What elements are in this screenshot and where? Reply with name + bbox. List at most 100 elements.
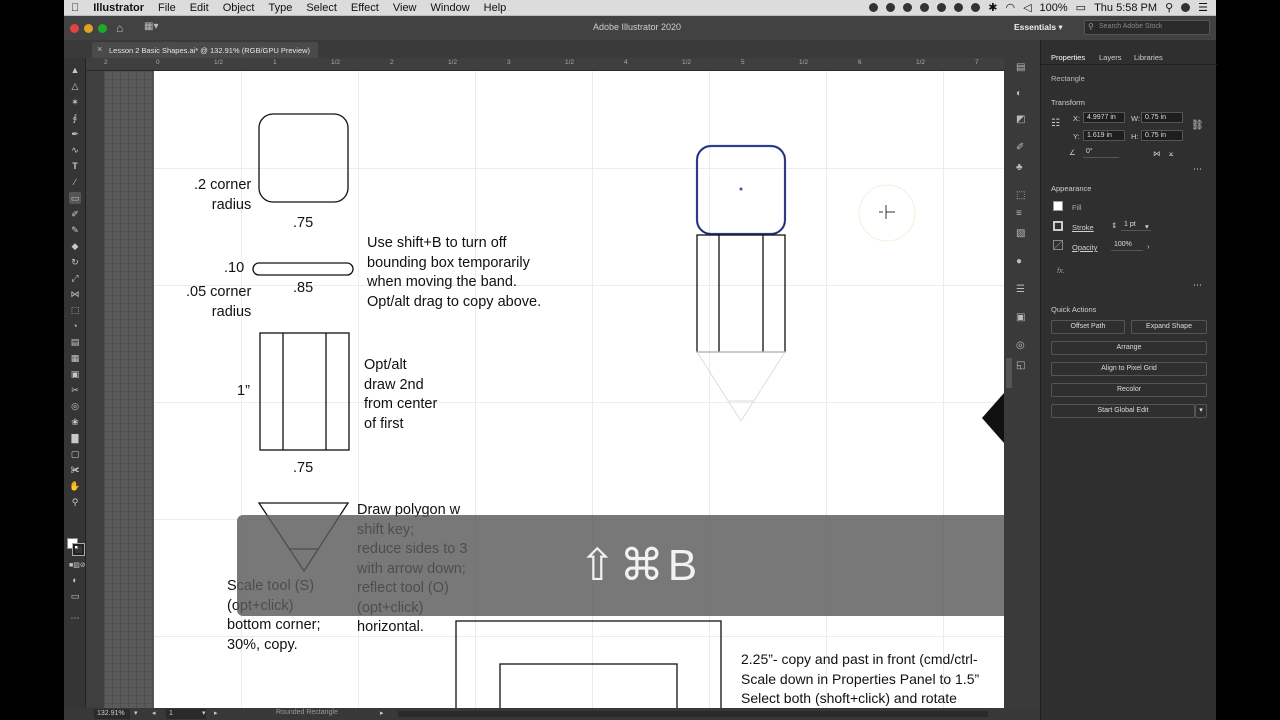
horizontal-scrollbar[interactable] bbox=[398, 711, 988, 717]
transform-panel-icon[interactable]: ⬚ bbox=[1016, 190, 1025, 201]
pasteboard[interactable] bbox=[104, 71, 154, 708]
gradient-tool-icon[interactable]: ▣ bbox=[69, 368, 81, 380]
pencil-body-rectangle[interactable] bbox=[696, 234, 786, 353]
home-icon[interactable]: ⌂ bbox=[116, 21, 123, 35]
stroke-color-swatch[interactable] bbox=[1053, 221, 1063, 231]
inner-square-example[interactable] bbox=[499, 663, 678, 708]
menu-select[interactable]: Select bbox=[299, 2, 344, 14]
clock[interactable]: Thu 5:58 PM bbox=[1094, 2, 1157, 14]
draw-mode-icon[interactable]: ◐ bbox=[69, 574, 81, 586]
status-icon-4[interactable] bbox=[920, 3, 930, 12]
close-window-button[interactable] bbox=[70, 24, 79, 33]
expand-shape-button[interactable]: Expand Shape bbox=[1131, 320, 1207, 334]
mesh-tool-icon[interactable]: ▦ bbox=[69, 352, 81, 364]
apple-icon[interactable]:  bbox=[64, 2, 86, 14]
lasso-tool-icon[interactable]: ∮ bbox=[69, 112, 81, 124]
gradient-panel-icon[interactable]: ▣ bbox=[1016, 312, 1025, 323]
screen-mode-icon[interactable]: ▭ bbox=[69, 590, 81, 602]
opacity-field[interactable]: 100% bbox=[1111, 240, 1143, 251]
tab-properties[interactable]: Properties bbox=[1051, 53, 1085, 62]
free-transform-tool-icon[interactable]: ⬚ bbox=[69, 304, 81, 316]
layers-panel-icon[interactable]: ◱ bbox=[1016, 360, 1025, 371]
column-graph-tool-icon[interactable]: ▇ bbox=[69, 432, 81, 444]
w-field[interactable]: 0.75 in bbox=[1141, 112, 1183, 123]
status-menu-icon[interactable]: ▸ bbox=[380, 709, 384, 717]
opacity-label[interactable]: Opacity bbox=[1072, 243, 1097, 252]
brushes-panel-icon[interactable]: ✐ bbox=[1016, 142, 1024, 153]
notification-center-icon[interactable]: ☰ bbox=[1198, 1, 1208, 14]
line-tool-icon[interactable]: ∕ bbox=[69, 176, 81, 188]
artboard-number-field[interactable]: 1 bbox=[166, 709, 206, 719]
direct-selection-tool-icon[interactable]: △ bbox=[69, 80, 81, 92]
opacity-slider-arrow-icon[interactable]: › bbox=[1147, 242, 1150, 251]
curvature-tool-icon[interactable]: ∿ bbox=[69, 144, 81, 156]
menu-app-name[interactable]: Illustrator bbox=[86, 2, 151, 14]
perspective-grid-tool-icon[interactable]: ▤ bbox=[69, 336, 81, 348]
stroke-weight-stepper-icon[interactable]: ⇕ bbox=[1111, 221, 1117, 230]
menu-object[interactable]: Object bbox=[216, 2, 262, 14]
scale-tool-icon[interactable]: ⤢ bbox=[69, 272, 81, 284]
transparency-panel-icon[interactable]: ◎ bbox=[1016, 340, 1025, 351]
artboard-dropdown-icon[interactable]: ▾ bbox=[202, 709, 206, 717]
horizontal-ruler[interactable]: 2 0 1/2 1 1/2 2 1/2 3 1/2 4 1/2 5 1/2 6 … bbox=[86, 58, 1004, 71]
panel-collapse-arrow[interactable] bbox=[982, 393, 1004, 443]
menu-file[interactable]: File bbox=[151, 2, 183, 14]
x-field[interactable]: 4.9977 in bbox=[1083, 112, 1125, 123]
transform-more-options-icon[interactable]: ⋯ bbox=[1193, 164, 1202, 175]
workspace-switcher[interactable]: Essentials ▾ bbox=[1014, 22, 1063, 33]
artboard-prev-icon[interactable]: ◂ bbox=[152, 709, 156, 717]
band-example[interactable] bbox=[252, 262, 354, 276]
align-to-pixel-grid-button[interactable]: Align to Pixel Grid bbox=[1051, 362, 1207, 376]
pen-tool-icon[interactable]: ✒ bbox=[69, 128, 81, 140]
artboard-next-icon[interactable]: ▸ bbox=[214, 709, 218, 717]
magic-wand-tool-icon[interactable]: ✶ bbox=[69, 96, 81, 108]
slice-tool-icon[interactable]: ✀ bbox=[69, 464, 81, 476]
spotlight-icon[interactable]: ⚲ bbox=[1165, 1, 1173, 14]
shape-builder-tool-icon[interactable]: ◔ bbox=[69, 320, 81, 332]
edit-toolbar-icon[interactable]: ⋯ bbox=[69, 612, 81, 624]
tab-layers[interactable]: Layers bbox=[1099, 53, 1122, 62]
bluetooth-icon[interactable]: ✱ bbox=[988, 1, 997, 14]
zoom-level-field[interactable]: 132.91% bbox=[94, 709, 130, 719]
color-mode-icon[interactable]: ■▨⊘ bbox=[69, 560, 86, 572]
zoom-dropdown-icon[interactable]: ▾ bbox=[134, 709, 138, 717]
arrange-button[interactable]: Arrange bbox=[1051, 341, 1207, 355]
shaper-tool-icon[interactable]: ✎ bbox=[69, 224, 81, 236]
reference-point-icon[interactable]: ☷ bbox=[1051, 118, 1060, 129]
rectangle-tool-icon[interactable]: ▭ bbox=[69, 192, 81, 204]
tab-libraries[interactable]: Libraries bbox=[1134, 53, 1163, 62]
vertical-ruler[interactable] bbox=[86, 71, 104, 708]
fill-color-swatch[interactable] bbox=[1053, 201, 1063, 211]
volume-icon[interactable]: ◁ bbox=[1023, 1, 1031, 14]
rotate-tool-icon[interactable]: ↻ bbox=[69, 256, 81, 268]
align-panel-icon[interactable]: ≡ bbox=[1016, 208, 1022, 219]
battery-icon[interactable]: ▭ bbox=[1076, 1, 1086, 14]
start-global-edit-button[interactable]: Start Global Edit bbox=[1051, 404, 1195, 418]
menu-help[interactable]: Help bbox=[477, 2, 514, 14]
color-guide-icon[interactable]: ◩ bbox=[1016, 114, 1025, 125]
recolor-button[interactable]: Recolor bbox=[1051, 383, 1207, 397]
menu-effect[interactable]: Effect bbox=[344, 2, 386, 14]
eraser-tool-icon[interactable]: ◆ bbox=[69, 240, 81, 252]
wifi-icon[interactable]: ◠ bbox=[1005, 1, 1015, 14]
constrain-proportions-icon[interactable]: ⛓ bbox=[1191, 120, 1204, 131]
blend-tool-icon[interactable]: ◎ bbox=[69, 400, 81, 412]
menu-window[interactable]: Window bbox=[424, 2, 477, 14]
siri-icon[interactable] bbox=[1181, 3, 1191, 12]
fx-effects-button[interactable]: fx. bbox=[1057, 266, 1065, 275]
menu-type[interactable]: Type bbox=[261, 2, 299, 14]
artboard-tool-icon[interactable]: ▢ bbox=[69, 448, 81, 460]
document-tab[interactable]: × Lesson 2 Basic Shapes.ai* @ 132.91% (R… bbox=[92, 42, 318, 58]
flip-horizontal-icon[interactable]: ⋈ bbox=[1153, 149, 1161, 158]
menu-view[interactable]: View bbox=[386, 2, 424, 14]
color-panel-icon[interactable]: ◐ bbox=[1016, 88, 1022, 99]
properties-panel-icon[interactable]: ▤ bbox=[1016, 62, 1025, 73]
status-icon-1[interactable] bbox=[869, 3, 879, 12]
symbols-panel-icon[interactable]: ♣ bbox=[1016, 162, 1023, 173]
offset-path-button[interactable]: Offset Path bbox=[1051, 320, 1125, 334]
rotate-angle-field[interactable]: 0° bbox=[1083, 147, 1119, 158]
type-tool-icon[interactable]: T bbox=[69, 160, 81, 172]
eyedropper-tool-icon[interactable]: ✂ bbox=[69, 384, 81, 396]
stroke-panel-icon[interactable]: ☰ bbox=[1016, 284, 1025, 295]
stroke-weight-dropdown-icon[interactable]: ▾ bbox=[1145, 222, 1149, 231]
